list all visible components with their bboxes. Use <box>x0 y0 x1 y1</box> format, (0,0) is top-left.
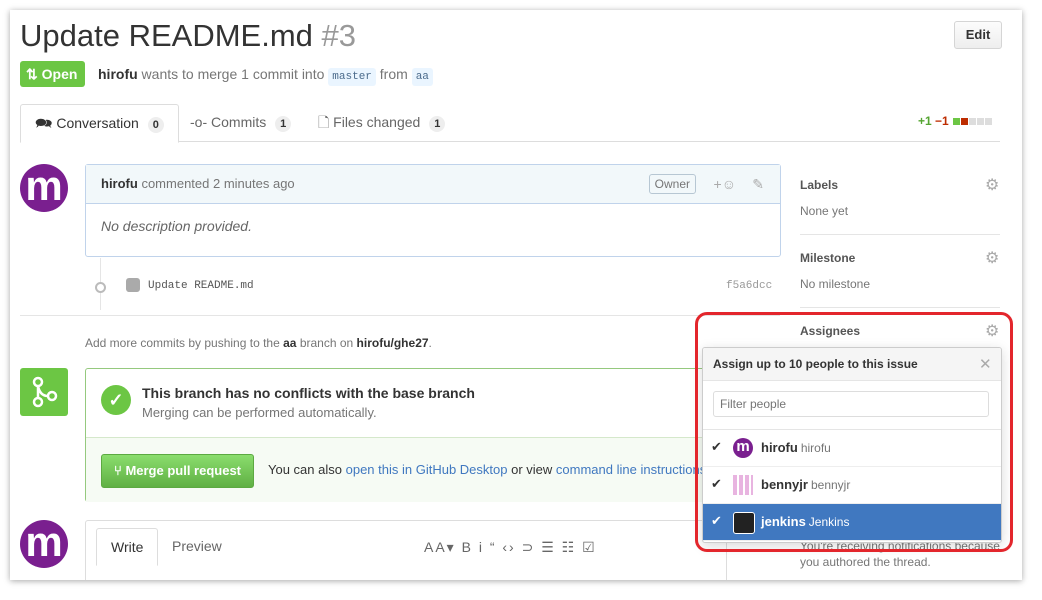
status-label: Open <box>41 66 78 82</box>
diff-icon: 🗋 <box>318 114 330 130</box>
pr-title: Update README.md <box>20 18 313 53</box>
add-reaction-icon[interactable]: +☺ <box>714 165 736 203</box>
merge-alternatives: You can also open this in GitHub Desktop… <box>268 462 706 477</box>
owner-badge: Owner <box>648 174 696 194</box>
milestone-value: No milestone <box>800 277 871 291</box>
tab-counter: 1 <box>275 116 292 132</box>
sidebar-divider <box>800 307 1000 308</box>
merge-box: ✓ This branch has no conflicts with the … <box>85 368 727 502</box>
merge-pull-request-button[interactable]: ⑂ Merge pull request <box>101 454 255 488</box>
tab-label: Conversation <box>56 115 139 131</box>
tab-counter: 0 <box>147 117 164 133</box>
diffstat-blocks <box>952 114 993 128</box>
diff-additions: +1 <box>918 114 932 128</box>
octocat-icon <box>126 278 140 292</box>
comment-header: hirofu commented 2 minutes ago Owner +☺ … <box>86 165 780 204</box>
commit-sha[interactable]: f5a6dcc <box>726 280 772 292</box>
merge-status-subtitle: Merging can be performed automatically. <box>142 405 377 420</box>
tab-conversation[interactable]: 🗪 Conversation 0 <box>20 104 179 143</box>
status-badge: ⇅ Open <box>20 61 86 87</box>
push-hint-branch: aa <box>283 336 297 350</box>
tab-label: Commits <box>211 114 267 130</box>
merge-summary: hirofu wants to merge 1 commit into mast… <box>98 66 433 86</box>
push-hint-suffix: . <box>428 336 432 350</box>
git-merge-icon: ⑂ <box>114 463 122 478</box>
open-desktop-link[interactable]: open this in GitHub Desktop <box>346 462 508 477</box>
highlight-annotation <box>695 312 1013 552</box>
comment-box: hirofu commented 2 minutes ago Owner +☺ … <box>85 164 781 257</box>
commit-message[interactable]: Update README.md <box>148 280 254 292</box>
comment-discussion-icon: 🗪 <box>35 115 53 131</box>
tab-write[interactable]: Write <box>96 528 159 566</box>
tab-label: Files changed <box>333 114 421 130</box>
merge-button-label: Merge pull request <box>125 463 242 478</box>
gear-icon[interactable]: ⚙ <box>985 248 999 268</box>
pr-number: #3 <box>321 18 356 53</box>
git-merge-icon <box>20 368 68 416</box>
milestone-heading: Milestone <box>800 251 856 265</box>
base-branch: master <box>328 68 376 86</box>
divider <box>20 315 780 316</box>
avatar[interactable]: m <box>20 520 68 568</box>
merge-text-1: wants to merge 1 commit into <box>141 66 325 82</box>
git-commit-icon <box>95 282 106 293</box>
diffstat[interactable]: +1 −1 <box>918 114 993 128</box>
merge-alt-prefix: You can also <box>268 462 342 477</box>
labels-value: None yet <box>800 204 849 218</box>
command-line-link[interactable]: command line instructions <box>556 462 706 477</box>
tab-counter: 1 <box>429 116 446 132</box>
edit-button[interactable]: Edit <box>954 21 1002 49</box>
pull-request-page: Update README.md #3 Edit ⇅ Open hirofu w… <box>10 10 1022 580</box>
push-hint: Add more commits by pushing to the aa br… <box>85 336 432 350</box>
tab-preview[interactable]: Preview <box>158 528 236 564</box>
head-branch: aa <box>411 68 433 86</box>
push-hint-repo[interactable]: hirofu/ghe27 <box>357 336 429 350</box>
merge-text-2: from <box>379 66 408 82</box>
push-hint-middle: branch on <box>299 336 354 350</box>
diff-deletions: −1 <box>935 114 949 128</box>
merge-alt-middle: or view <box>511 462 553 477</box>
git-commit-icon: -o- <box>190 114 208 130</box>
markdown-toolbar[interactable]: AA▾ B i “ ‹› ⊃ ☰ ☷ ☑ <box>424 539 597 556</box>
page-title: Update README.md #3 <box>20 18 356 54</box>
comment-body: No description provided. <box>101 218 252 234</box>
comment-author[interactable]: hirofu <box>101 176 138 191</box>
merge-status-title: This branch has no conflicts with the ba… <box>142 385 475 401</box>
check-icon: ✓ <box>101 385 131 415</box>
tab-commits[interactable]: -o- Commits 1 <box>176 104 305 141</box>
gear-icon[interactable]: ⚙ <box>985 175 999 195</box>
push-hint-prefix: Add more commits by pushing to the <box>85 336 280 350</box>
author-link[interactable]: hirofu <box>98 66 138 82</box>
avatar[interactable]: m <box>20 164 68 212</box>
comment-action: commented 2 minutes ago <box>141 176 295 191</box>
merge-footer: ⑂ Merge pull request You can also open t… <box>86 437 726 502</box>
sidebar-divider <box>800 234 1000 235</box>
labels-heading: Labels <box>800 178 839 192</box>
new-comment-box: Write Preview AA▾ B i “ ‹› ⊃ ☰ ☷ ☑ <box>85 520 727 580</box>
tab-files-changed[interactable]: 🗋 Files changed 1 <box>304 104 459 141</box>
git-pull-request-icon: ⇅ <box>26 66 38 82</box>
pencil-icon[interactable]: ✎ <box>752 165 764 203</box>
